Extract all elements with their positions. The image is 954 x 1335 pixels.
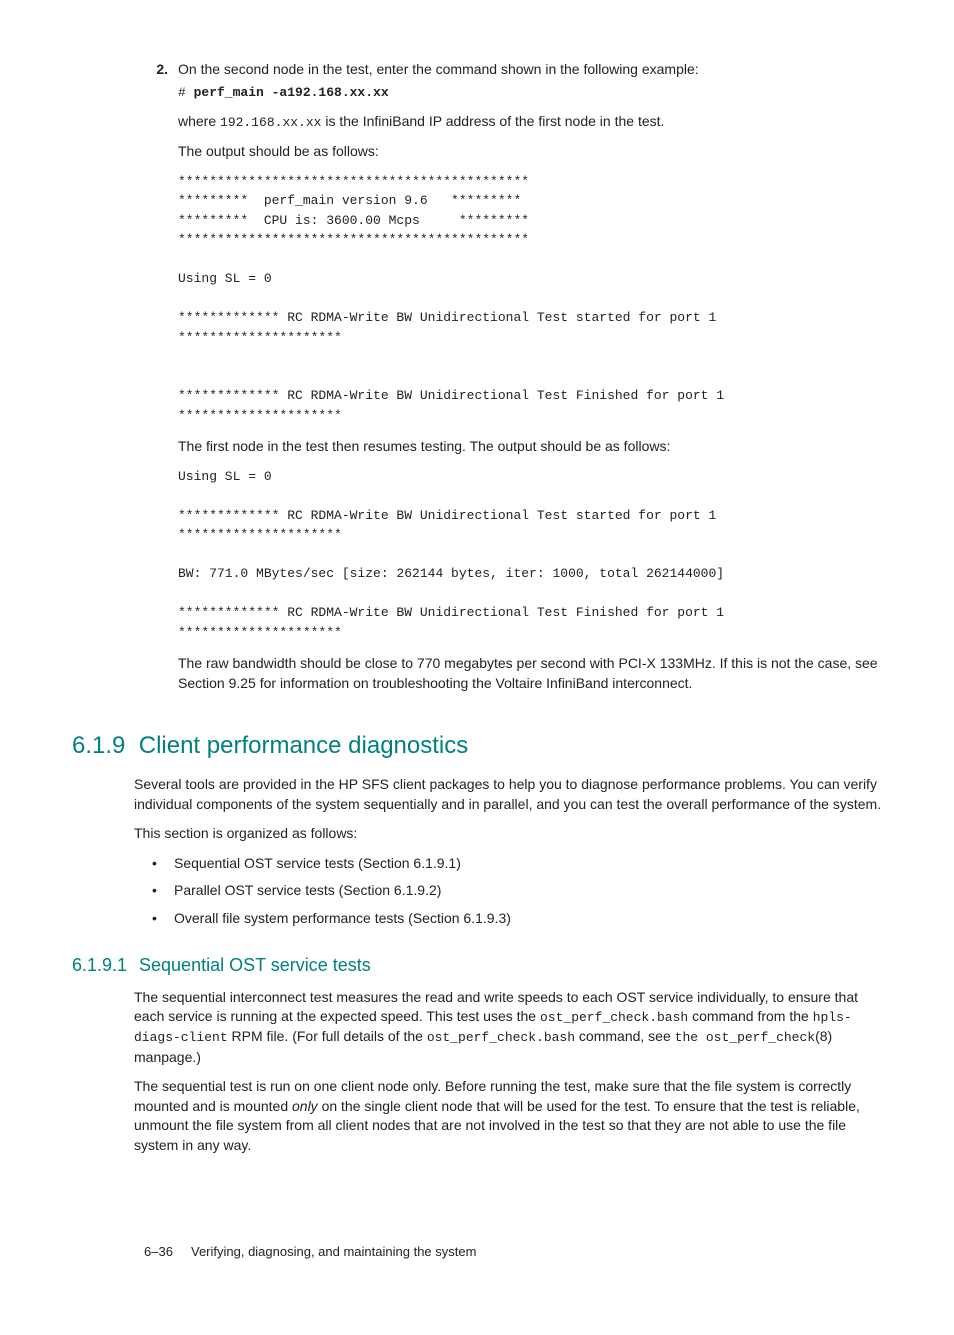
output-block-2: Using SL = 0 ************* RC RDMA-Write…: [178, 467, 882, 643]
bandwidth-summary: The raw bandwidth should be close to 770…: [178, 654, 882, 693]
code-inline: ost_perf_check.bash: [540, 1010, 688, 1025]
emphasis: only: [292, 1098, 318, 1114]
list-item: Sequential OST service tests (Section 6.…: [134, 854, 882, 874]
heading-title: Client performance diagnostics: [139, 732, 469, 759]
where-b: is the InfiniBand IP address of the firs…: [321, 113, 664, 129]
page-footer: 6–36 Verifying, diagnosing, and maintain…: [144, 1243, 476, 1261]
step-intro: On the second node in the test, enter th…: [178, 61, 699, 77]
text: command, see: [575, 1028, 675, 1044]
h619-p2: This section is organized as follows:: [134, 824, 882, 844]
output-intro: The output should be as follows:: [178, 142, 882, 162]
step-number: 2.: [134, 60, 178, 703]
where-ip: 192.168.xx.xx: [220, 115, 321, 130]
h619-bullet-list: Sequential OST service tests (Section 6.…: [134, 854, 882, 929]
code-inline: ost_perf_check.bash: [427, 1030, 575, 1045]
output-block-1: ****************************************…: [178, 172, 882, 426]
h6191-p2: The sequential test is run on one client…: [134, 1077, 882, 1155]
list-item: Parallel OST service tests (Section 6.1.…: [134, 881, 882, 901]
cmd-prompt: #: [178, 85, 194, 100]
heading-num: 6.1.9: [72, 729, 125, 763]
heading-6-1-9-1: 6.1.9.1 Sequential OST service tests: [72, 953, 882, 978]
h619-p1: Several tools are provided in the HP SFS…: [134, 775, 882, 814]
page-number: 6–36: [144, 1244, 173, 1259]
heading-num: 6.1.9.1: [72, 953, 134, 978]
h6191-p1: The sequential interconnect test measure…: [134, 988, 882, 1068]
cmd-text: perf_main -a192.168.xx.xx: [194, 85, 389, 100]
text: RPM file. (For full details of the: [228, 1028, 427, 1044]
resume-text: The first node in the test then resumes …: [178, 437, 882, 457]
list-item: Overall file system performance tests (S…: [134, 909, 882, 929]
code-inline: the ost_perf_check: [675, 1030, 815, 1045]
footer-title: Verifying, diagnosing, and maintaining t…: [191, 1244, 476, 1259]
heading-title: Sequential OST service tests: [139, 955, 371, 975]
where-a: where: [178, 113, 220, 129]
text: command from the: [688, 1008, 813, 1024]
heading-6-1-9: 6.1.9 Client performance diagnostics: [72, 729, 882, 763]
